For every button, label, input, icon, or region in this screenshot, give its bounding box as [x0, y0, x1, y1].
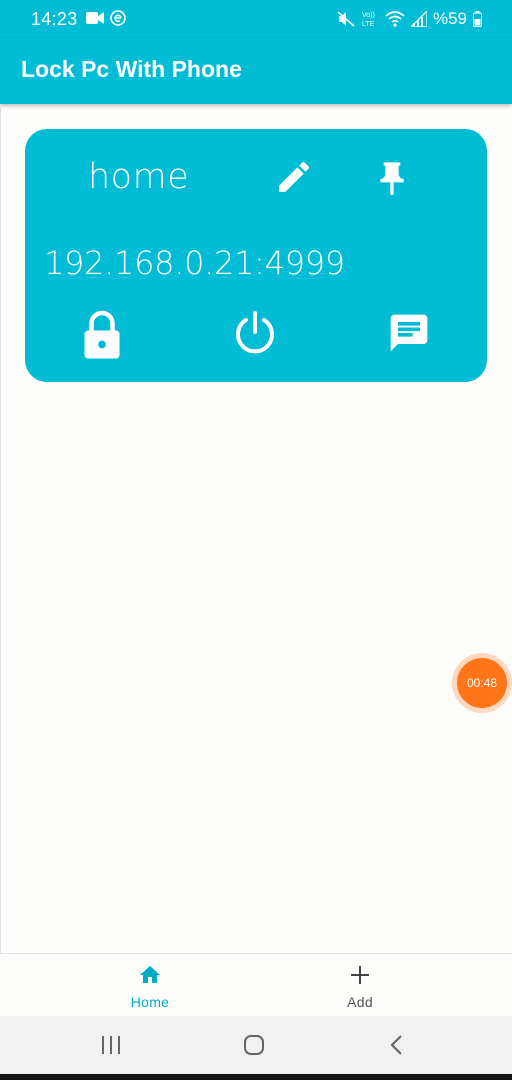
- svg-text:LTE: LTE: [362, 21, 375, 28]
- back-icon: [390, 1035, 402, 1055]
- device-name: home: [88, 157, 190, 197]
- status-right: Vo)) LTE %59: [337, 9, 482, 29]
- home-icon: [140, 966, 160, 983]
- nav-item-add[interactable]: Add: [300, 954, 420, 1017]
- screen-bottom-edge: [0, 1074, 512, 1080]
- message-button[interactable]: [387, 310, 431, 356]
- lock-icon: [84, 310, 120, 359]
- power-button[interactable]: [233, 310, 277, 356]
- e-badge-icon: [110, 10, 126, 26]
- battery-percent: %59: [432, 9, 467, 28]
- floating-timer[interactable]: 00:48: [452, 653, 512, 713]
- bottom-nav: Home Add: [0, 953, 512, 1017]
- system-home-button[interactable]: [241, 1033, 267, 1057]
- signal-icon: [410, 11, 427, 27]
- device-address: 192.168.0.21:4999: [44, 244, 345, 282]
- back-button[interactable]: [384, 1033, 410, 1057]
- plus-icon: [351, 966, 369, 984]
- video-camera-icon: [86, 12, 104, 24]
- wifi-icon: [385, 11, 405, 27]
- nav-label-add: Add: [347, 994, 373, 1010]
- content-divider: [0, 104, 1, 953]
- pin-button[interactable]: [372, 157, 412, 201]
- status-bar: 14:23 Vo)) LTE %59: [0, 0, 512, 38]
- edit-icon: [279, 161, 310, 192]
- lock-button[interactable]: [81, 309, 123, 359]
- volte-icon: Vo)) LTE: [362, 12, 375, 28]
- edit-button[interactable]: [274, 157, 314, 197]
- pin-icon: [380, 162, 404, 196]
- device-card[interactable]: home 192.168.0.21:4999: [25, 129, 487, 382]
- status-left-icons: [86, 10, 126, 26]
- recents-button[interactable]: [98, 1033, 124, 1057]
- message-icon: [390, 314, 428, 352]
- battery-icon: [473, 11, 482, 27]
- timer-text: 00:48: [457, 658, 507, 708]
- power-icon: [236, 311, 274, 354]
- mute-icon: [337, 11, 355, 27]
- status-time: 14:23: [31, 9, 78, 29]
- circle-home-icon: [244, 1035, 264, 1055]
- app-title: Lock Pc With Phone: [21, 56, 242, 82]
- nav-item-home[interactable]: Home: [90, 954, 210, 1017]
- recents-icon: [102, 1036, 120, 1054]
- svg-text:Vo)): Vo)): [362, 12, 375, 19]
- system-nav-bar: [0, 1016, 512, 1074]
- nav-label-home: Home: [130, 994, 170, 1010]
- app-bar: Lock Pc With Phone: [0, 38, 512, 104]
